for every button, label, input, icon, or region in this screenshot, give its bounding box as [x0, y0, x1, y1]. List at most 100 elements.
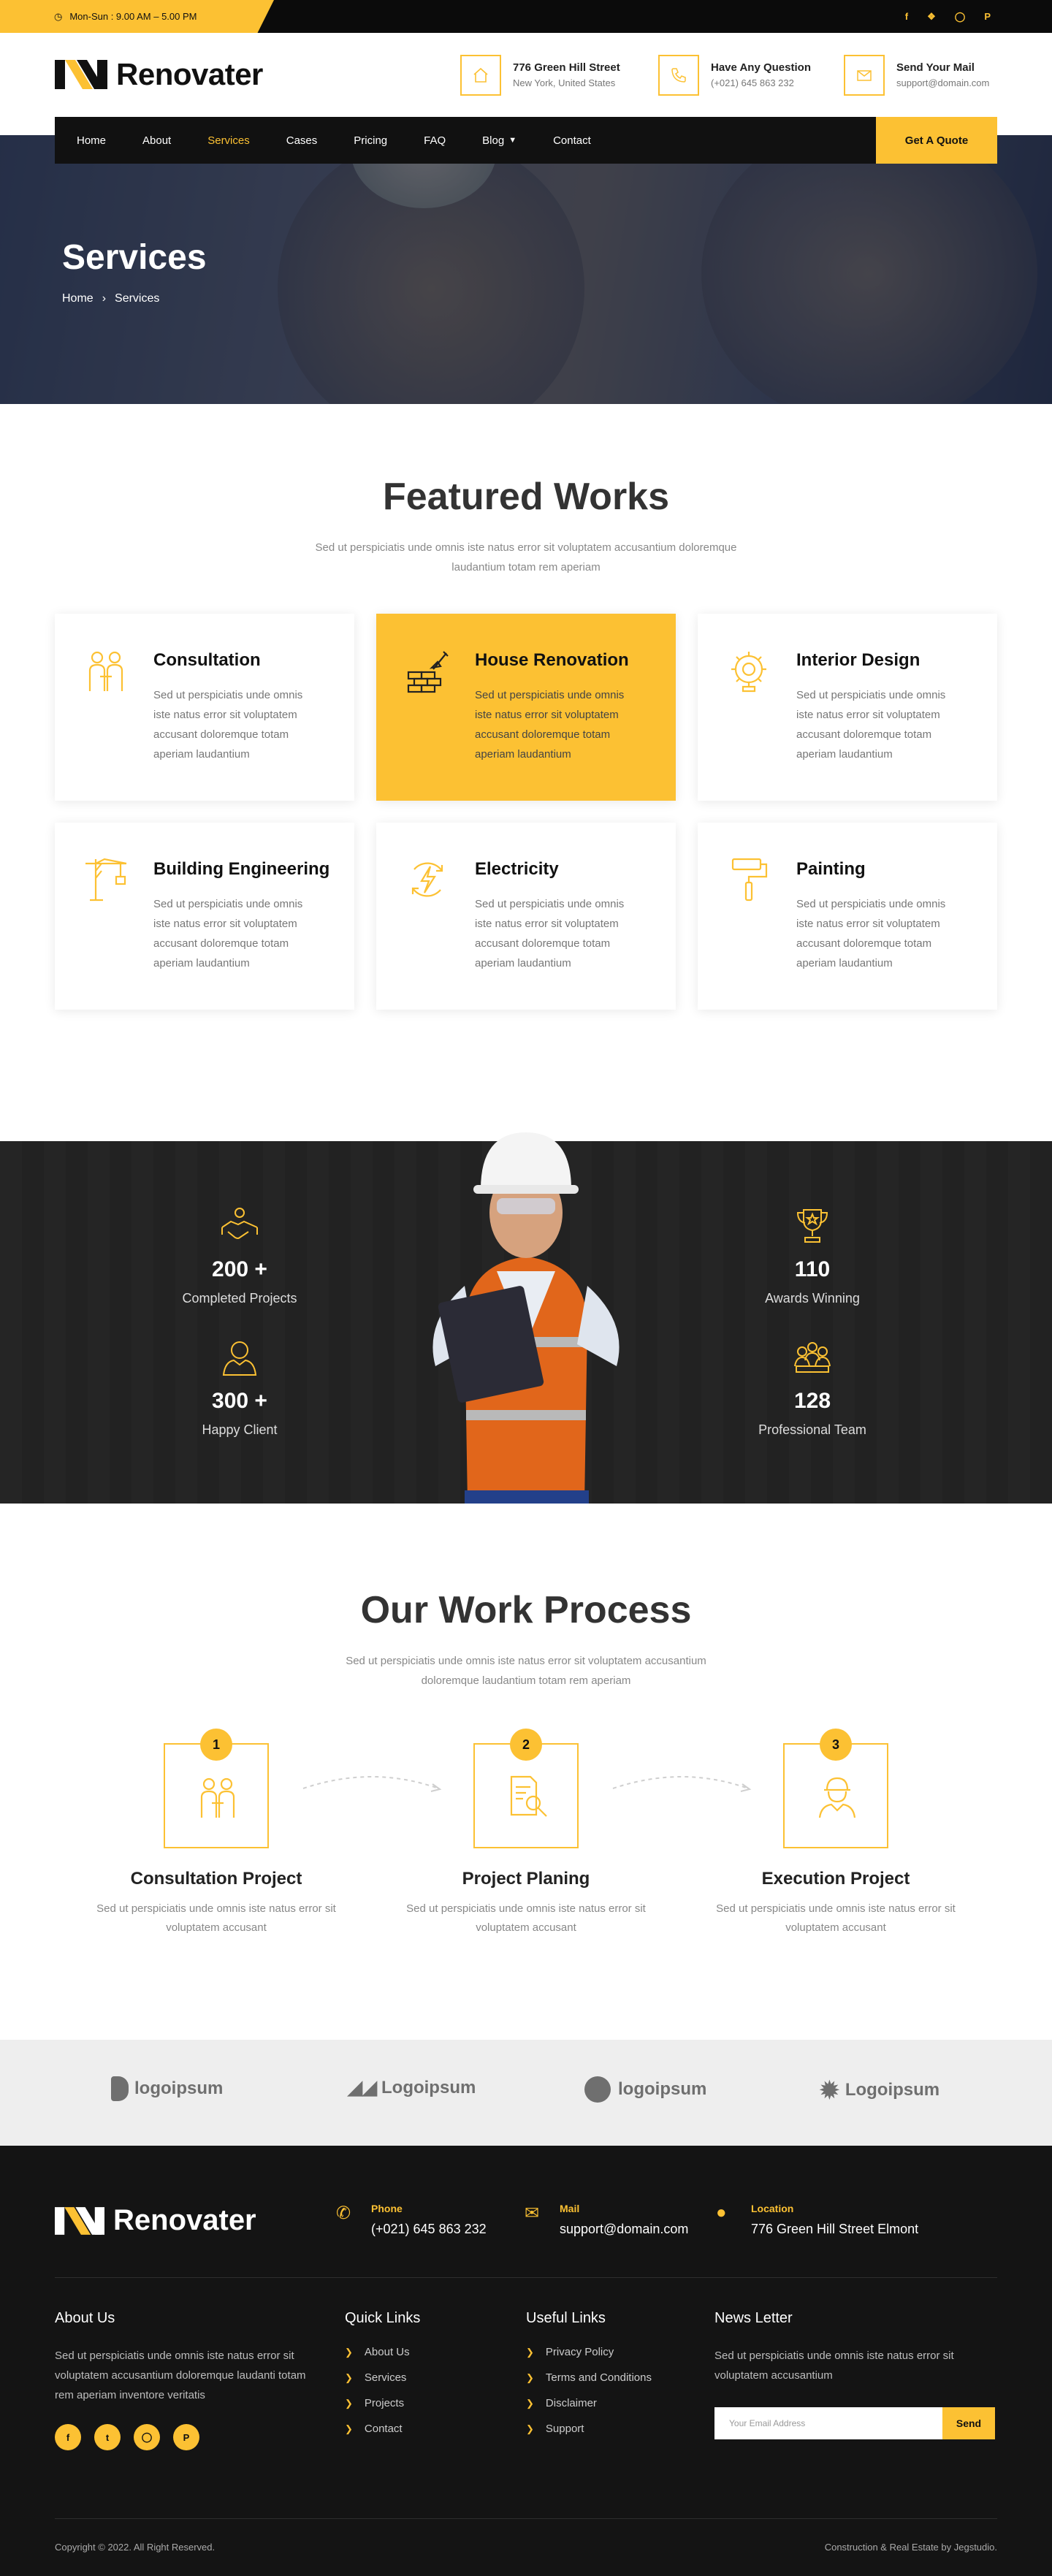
site-logo[interactable]: Renovater	[55, 57, 263, 92]
footer-heading: News Letter	[714, 2310, 793, 2326]
footer-link[interactable]: ❯ Support	[526, 2423, 652, 2435]
service-card[interactable]: House Renovation Sed ut perspiciatis und…	[376, 614, 676, 801]
nav-faq[interactable]: FAQ	[424, 134, 446, 147]
nav-blog-label: Blog	[482, 134, 505, 147]
card-text: Sed ut perspiciatis unde omnis iste natu…	[153, 898, 303, 969]
featured-works-section: Featured Works Sed ut perspiciatis unde …	[0, 475, 1052, 577]
card-title: Electricity	[475, 859, 559, 879]
document-search-icon	[510, 1775, 547, 1817]
step-number: 1	[200, 1729, 232, 1761]
logo-shape-icon	[111, 2076, 129, 2101]
consultation-icon	[88, 651, 123, 691]
lightning-icon	[411, 862, 443, 897]
service-card[interactable]: Interior Design Sed ut perspiciatis unde…	[698, 614, 997, 801]
footer-link[interactable]: ❯ Projects	[345, 2397, 420, 2409]
newsletter-send-button[interactable]: Send	[942, 2407, 995, 2439]
footer-newsletter: News Letter Sed ut perspiciatis unde omn…	[714, 2310, 996, 2439]
step-title: Consultation Project	[130, 1869, 302, 1889]
step-text: Sed ut perspiciatis unde omnis iste natu…	[406, 1902, 646, 1934]
nav-cases[interactable]: Cases	[286, 134, 318, 147]
breadcrumb-current: Services	[115, 292, 160, 305]
partner-logo[interactable]: ◢◢ Logoipsum	[348, 2076, 476, 2099]
nav-contact[interactable]: Contact	[553, 134, 591, 147]
nav-home[interactable]: Home	[77, 134, 106, 147]
page-title: Services	[62, 238, 207, 277]
service-card[interactable]: Building Engineering Sed ut perspiciatis…	[55, 823, 354, 1010]
nav-pricing[interactable]: Pricing	[354, 134, 387, 147]
footer-brand-name: Renovater	[113, 2204, 256, 2236]
nav-services[interactable]: Services	[207, 134, 250, 147]
stat-item: 110 Awards Winning	[703, 1205, 922, 1306]
contact-value: (+021) 645 863 232	[371, 2222, 487, 2236]
pinterest-icon[interactable]: P	[173, 2424, 199, 2450]
mail-icon	[844, 55, 885, 96]
step-text: Sed ut perspiciatis unde omnis iste natu…	[716, 1902, 956, 1934]
partner-logo[interactable]: ✹ Logoipsum	[820, 2076, 939, 2104]
partner-name: Logoipsum	[381, 2077, 476, 2097]
nav-blog[interactable]: Blog ▼	[482, 134, 517, 147]
chevron-right-icon: ›	[102, 292, 107, 305]
instagram-icon[interactable]: ◯	[134, 2424, 160, 2450]
consultation-icon	[200, 1777, 235, 1818]
trophy-icon	[796, 1209, 828, 1243]
contact-label: Location	[751, 2203, 794, 2214]
facebook-icon[interactable]: f	[55, 2424, 81, 2450]
twitter-icon[interactable]: ❖	[927, 11, 936, 23]
footer-link[interactable]: ❯ Contact	[345, 2423, 420, 2435]
brand-name: Renovater	[116, 57, 263, 91]
chevron-right-icon: ❯	[345, 2397, 353, 2409]
card-title: Interior Design	[796, 650, 920, 670]
footer-link[interactable]: ❯ Disclaimer	[526, 2397, 652, 2409]
step-number: 2	[510, 1729, 542, 1761]
footer-logo[interactable]: Renovater	[55, 2204, 256, 2237]
service-card[interactable]: Painting Sed ut perspiciatis unde omnis …	[698, 823, 997, 1010]
footer-bottom-divider	[55, 2518, 997, 2519]
nav-about[interactable]: About	[142, 134, 171, 147]
facebook-icon[interactable]: f	[905, 11, 908, 22]
crane-icon	[85, 858, 127, 902]
featured-title: Featured Works	[382, 476, 670, 518]
step-title: Execution Project	[761, 1869, 910, 1889]
step-title: Project Planing	[462, 1869, 590, 1889]
main-nav: Home About Services Cases Pricing FAQ Bl…	[55, 117, 997, 164]
newsletter-email-input[interactable]: Your Email Address	[714, 2407, 942, 2439]
footer-link[interactable]: ❯ Terms and Conditions	[526, 2371, 652, 2384]
card-title: House Renovation	[475, 650, 629, 670]
footer-phone: ✆ Phone (+021) 645 863 232	[336, 2203, 487, 2237]
logo-shape-icon	[584, 2076, 611, 2103]
brick-wall-icon	[407, 651, 449, 693]
address-title: 776 Green Hill Street	[513, 61, 620, 74]
partner-name: logoipsum	[618, 2079, 707, 2099]
page-hero: Services Home › Services	[0, 135, 1052, 404]
breadcrumb-home[interactable]: Home	[62, 292, 94, 305]
footer-link[interactable]: ❯ Privacy Policy	[526, 2346, 652, 2358]
footer-link[interactable]: ❯ About Us	[345, 2346, 420, 2358]
twitter-icon[interactable]: t	[94, 2424, 121, 2450]
footer-heading: Quick Links	[345, 2310, 421, 2326]
phone-sub: (+021) 645 863 232	[711, 77, 794, 88]
stat-item: 200 + Completed Projects	[130, 1205, 349, 1306]
mail-icon: ✉	[525, 2203, 540, 2223]
contact-label: Mail	[560, 2203, 580, 2214]
phone-icon	[658, 55, 699, 96]
newsletter-text: Sed ut perspiciatis unde omnis iste natu…	[714, 2350, 954, 2382]
partner-logo[interactable]: logoipsum	[111, 2076, 223, 2101]
copyright-text: Copyright © 2022. All Right Reserved.	[55, 2542, 216, 2553]
partner-name: logoipsum	[134, 2078, 224, 2098]
partner-logo[interactable]: logoipsum	[584, 2076, 706, 2103]
chevron-right-icon: ❯	[345, 2423, 353, 2434]
footer-social-links: f t ◯ P	[55, 2424, 318, 2450]
pinterest-icon[interactable]: P	[984, 11, 991, 22]
get-quote-button[interactable]: Get A Quote	[876, 117, 997, 164]
service-card[interactable]: Consultation Sed ut perspiciatis unde om…	[55, 614, 354, 801]
footer-link[interactable]: ❯ Services	[345, 2371, 420, 2384]
mail-title: Send Your Mail	[896, 61, 975, 74]
footer-divider	[55, 2277, 997, 2278]
footer-mail: ✉ Mail support@domain.com	[525, 2203, 688, 2237]
service-card[interactable]: Electricity Sed ut perspiciatis unde omn…	[376, 823, 676, 1010]
stat-number: 200 +	[212, 1257, 267, 1281]
credit-text: Construction & Real Estate by Jegstudio.	[824, 2542, 997, 2553]
stat-item: 128 Professional Team	[703, 1337, 922, 1438]
instagram-icon[interactable]: ◯	[955, 11, 966, 23]
footer-heading: About Us	[55, 2310, 115, 2326]
